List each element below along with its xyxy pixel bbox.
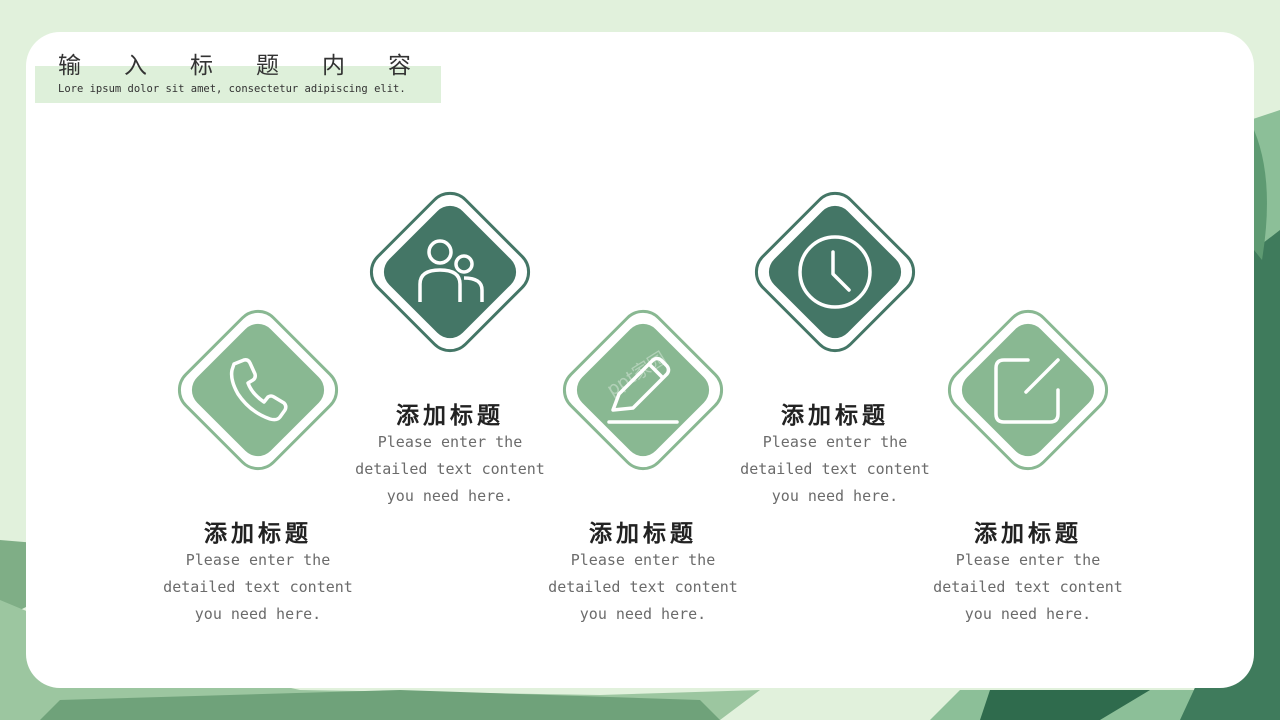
- item-description: Please enter the detailed text content y…: [933, 551, 1123, 623]
- item-description: Please enter the detailed text content y…: [548, 551, 738, 623]
- item-title: 添加标题: [974, 521, 1082, 547]
- item-title: 添加标题: [204, 521, 312, 547]
- item-description: Please enter the detailed text content y…: [163, 551, 353, 623]
- page-title: 输入标题内容: [58, 53, 454, 79]
- item-title: 添加标题: [396, 403, 504, 429]
- edit-icon: [994, 358, 1060, 424]
- item-description: Please enter the detailed text content y…: [740, 433, 930, 505]
- phone-icon: [229, 358, 288, 422]
- page-subtitle: Lore ipsum dolor sit amet, consectetur a…: [58, 83, 406, 95]
- item-description: Please enter the detailed text content y…: [355, 433, 545, 505]
- item-title: 添加标题: [781, 403, 889, 429]
- users-icon: [418, 239, 484, 302]
- clock-icon: [798, 235, 872, 309]
- item-title: 添加标题: [589, 521, 697, 547]
